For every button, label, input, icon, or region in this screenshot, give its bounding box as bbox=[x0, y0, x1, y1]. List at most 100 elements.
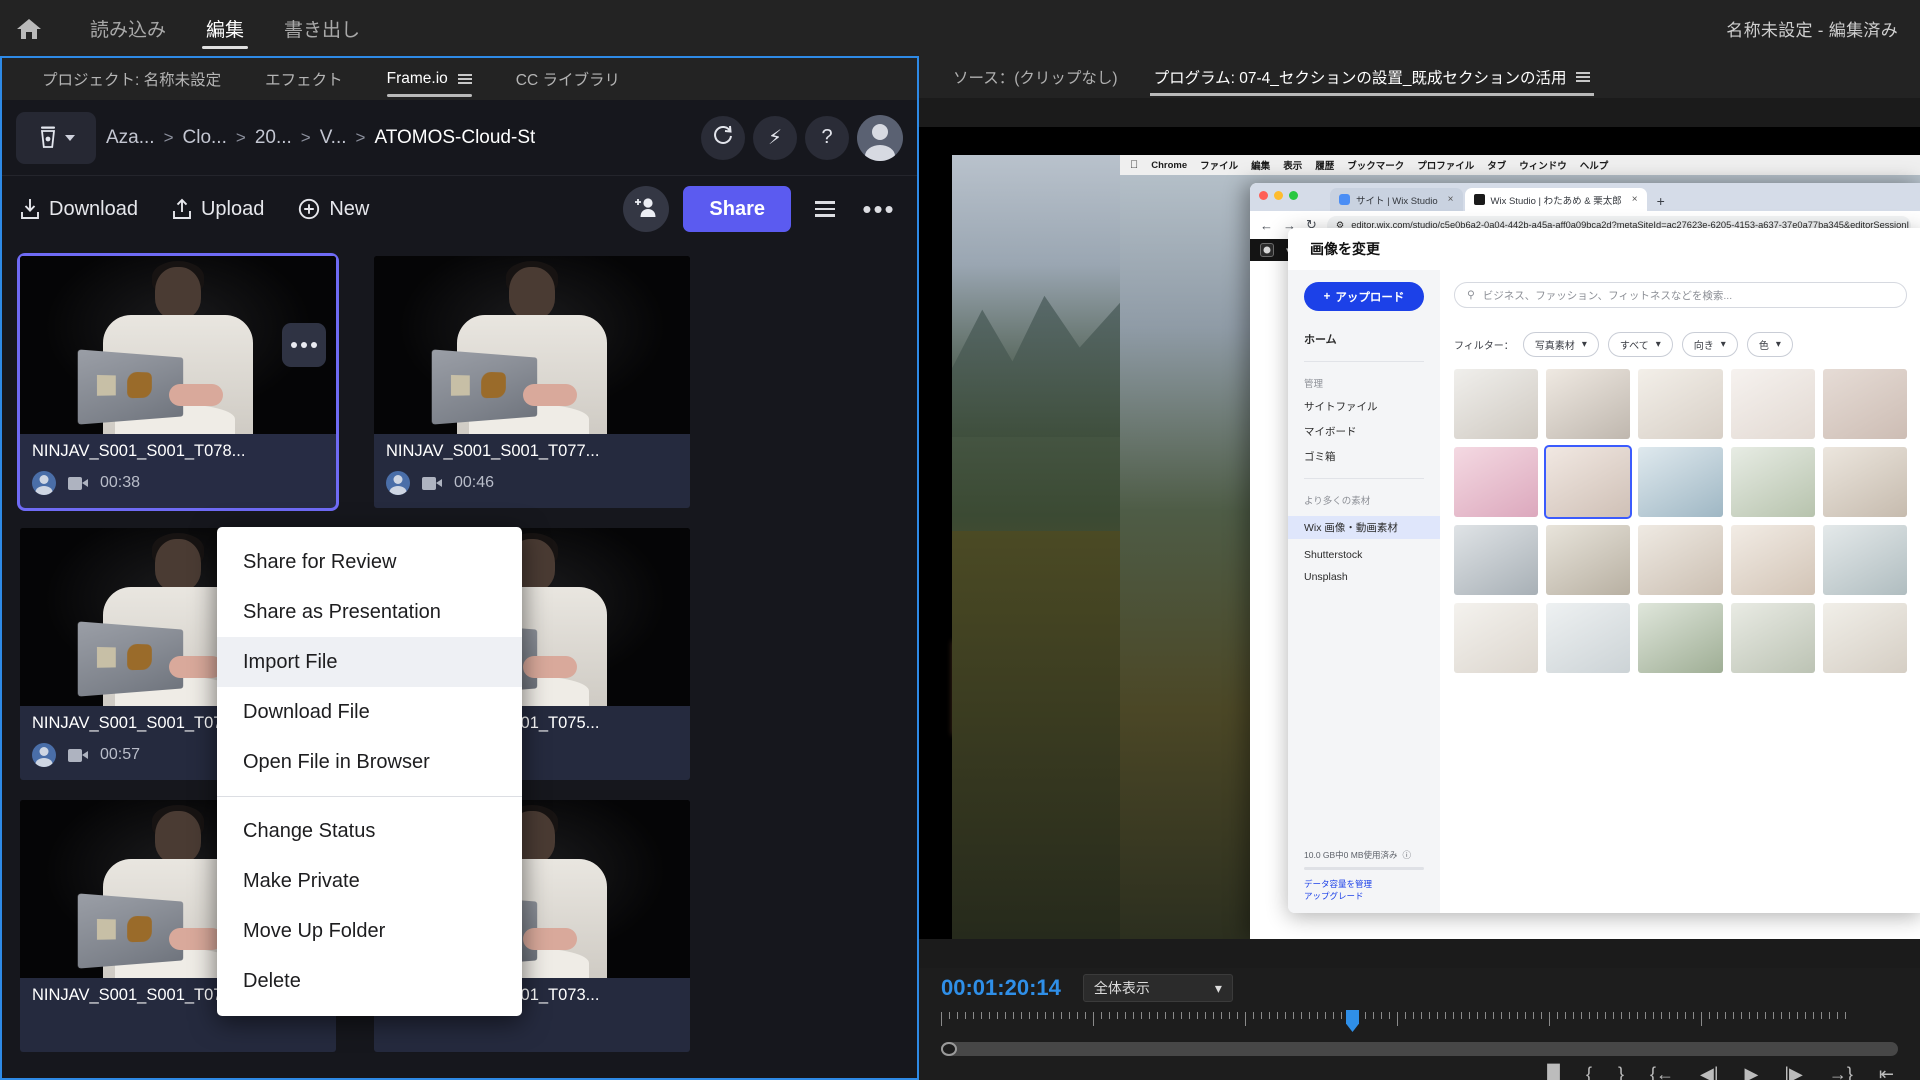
media-thumbnail[interactable] bbox=[1822, 525, 1907, 595]
menu-item-open-file-in-browser[interactable]: Open File in Browser bbox=[217, 737, 522, 787]
tab-frameio[interactable]: Frame.io bbox=[365, 58, 494, 100]
export-frame-icon[interactable]: █ bbox=[1547, 1064, 1560, 1080]
window-traffic-lights[interactable] bbox=[1259, 191, 1298, 200]
sidebar-item-wix-media[interactable]: Wix 画像・動画素材 bbox=[1288, 516, 1440, 539]
sidebar-item-my-board[interactable]: マイボード bbox=[1304, 424, 1424, 439]
sidebar-item-trash[interactable]: ゴミ箱 bbox=[1304, 449, 1424, 464]
go-to-out-icon[interactable]: →} bbox=[1829, 1064, 1853, 1080]
tab-source[interactable]: ソース：(クリップなし) bbox=[935, 56, 1136, 98]
help-button[interactable]: ? bbox=[805, 115, 849, 160]
media-thumbnail[interactable] bbox=[1730, 525, 1815, 595]
share-button[interactable]: Share bbox=[683, 186, 791, 232]
breadcrumb-item-4[interactable]: ATOMOS-Cloud-St bbox=[374, 127, 535, 149]
upgrade-link[interactable]: アップグレード bbox=[1304, 890, 1424, 903]
insert-icon[interactable]: ⇤ bbox=[1879, 1064, 1894, 1080]
info-icon[interactable]: ⓘ bbox=[1403, 849, 1412, 861]
browser-tab[interactable]: Wix Studio | わたあめ & 栗太郎 × bbox=[1464, 188, 1647, 211]
media-thumbnail[interactable] bbox=[1546, 525, 1631, 595]
tab-import[interactable]: 読み込み bbox=[86, 0, 170, 56]
menu-item-import-file[interactable]: Import File bbox=[217, 637, 522, 687]
download-button[interactable]: Download bbox=[20, 198, 138, 221]
asset-card[interactable]: NINJAV_S001_S001_T077... 00:46 bbox=[374, 256, 690, 508]
breadcrumb-item-3[interactable]: V... bbox=[320, 127, 347, 149]
step-back-icon[interactable]: ◀| bbox=[1700, 1064, 1719, 1080]
media-thumbnail[interactable] bbox=[1454, 525, 1539, 595]
tab-edit[interactable]: 編集 bbox=[202, 0, 249, 56]
mark-out-icon[interactable]: } bbox=[1618, 1064, 1624, 1080]
refresh-button[interactable] bbox=[701, 115, 745, 160]
media-thumbnail[interactable] bbox=[1730, 447, 1815, 517]
sidebar-item-site-files[interactable]: サイトファイル bbox=[1304, 399, 1424, 414]
media-thumbnail[interactable] bbox=[1638, 447, 1723, 517]
scrollbar-left-handle[interactable] bbox=[941, 1042, 957, 1056]
asset-thumbnail[interactable] bbox=[20, 256, 336, 434]
new-button[interactable]: New bbox=[298, 198, 369, 221]
media-thumbnail-selected[interactable] bbox=[1544, 445, 1633, 519]
breadcrumb-item-0[interactable]: Aza... bbox=[106, 127, 155, 149]
list-view-button[interactable] bbox=[805, 189, 845, 229]
browser-tab[interactable]: サイト | Wix Studio × bbox=[1330, 188, 1463, 211]
close-icon[interactable]: × bbox=[1632, 194, 1638, 205]
go-to-in-icon[interactable]: {← bbox=[1650, 1064, 1674, 1080]
menu-item-download-file[interactable]: Download File bbox=[217, 687, 522, 737]
activity-button[interactable]: ⚡ bbox=[753, 115, 797, 160]
time-ruler[interactable] bbox=[941, 1010, 1898, 1038]
tab-cc-libraries[interactable]: CC ライブラリ bbox=[494, 58, 642, 100]
asset-thumbnail[interactable] bbox=[374, 256, 690, 434]
media-thumbnail[interactable] bbox=[1638, 525, 1723, 595]
tab-project[interactable]: プロジェクト: 名称未設定 bbox=[20, 58, 243, 100]
manage-storage-link[interactable]: データ容量を管理 bbox=[1304, 878, 1424, 891]
menu-item-change-status[interactable]: Change Status bbox=[217, 806, 522, 856]
filter-photo-type[interactable]: 写真素材 ▾ bbox=[1522, 332, 1599, 357]
tab-effects[interactable]: エフェクト bbox=[243, 58, 365, 100]
menu-item-share-for-review[interactable]: Share for Review bbox=[217, 537, 522, 587]
media-thumbnail[interactable] bbox=[1454, 447, 1539, 517]
sidebar-item-shutterstock[interactable]: Shutterstock bbox=[1304, 549, 1424, 561]
mark-in-icon[interactable]: { bbox=[1586, 1064, 1592, 1080]
media-thumbnail[interactable] bbox=[1822, 447, 1907, 517]
more-options-button[interactable]: ••• bbox=[859, 189, 899, 229]
asset-card[interactable]: NINJAV_S001_S001_T078... 00:38 bbox=[17, 253, 339, 511]
sidebar-item-unsplash[interactable]: Unsplash bbox=[1304, 571, 1424, 583]
program-monitor-viewer[interactable]:  Chrome ファイル 編集 表示 履歴 ブックマーク プロファイル タブ … bbox=[919, 98, 1920, 968]
media-thumbnail[interactable] bbox=[1454, 603, 1539, 673]
play-icon[interactable]: ▶ bbox=[1745, 1064, 1759, 1080]
breadcrumb-item-1[interactable]: Clo... bbox=[183, 127, 227, 149]
tab-program[interactable]: プログラム: 07-4_セクションの設置_既成セクションの活用 bbox=[1136, 56, 1609, 98]
filter-color[interactable]: 色 ▾ bbox=[1746, 332, 1793, 357]
media-search-input[interactable]: ⚲ ビジネス、ファッション、フィットネスなどを検索... bbox=[1454, 282, 1907, 308]
upload-media-button[interactable]: + アップロード bbox=[1304, 282, 1424, 311]
close-icon[interactable]: × bbox=[1448, 194, 1454, 205]
current-timecode[interactable]: 00:01:20:14 bbox=[941, 975, 1061, 1001]
tab-export[interactable]: 書き出し bbox=[280, 0, 364, 56]
menu-item-move-up-folder[interactable]: Move Up Folder bbox=[217, 906, 522, 956]
home-button[interactable] bbox=[0, 0, 56, 56]
asset-more-button[interactable] bbox=[282, 323, 326, 367]
media-thumbnail[interactable] bbox=[1730, 369, 1815, 439]
filter-all[interactable]: すべて ▾ bbox=[1607, 332, 1673, 357]
breadcrumb-item-2[interactable]: 20... bbox=[255, 127, 292, 149]
zoom-level-select[interactable]: 全体表示 ▾ bbox=[1082, 974, 1233, 1002]
media-thumbnail[interactable] bbox=[1730, 603, 1815, 673]
step-forward-icon[interactable]: |▶ bbox=[1784, 1064, 1803, 1080]
panel-menu-icon[interactable] bbox=[457, 74, 472, 84]
menu-item-make-private[interactable]: Make Private bbox=[217, 856, 522, 906]
media-thumbnail[interactable] bbox=[1822, 603, 1907, 673]
media-thumbnail[interactable] bbox=[1638, 369, 1723, 439]
invite-button[interactable] bbox=[623, 186, 670, 232]
menu-item-share-as-presentation[interactable]: Share as Presentation bbox=[217, 587, 522, 637]
media-thumbnail[interactable] bbox=[1822, 369, 1907, 439]
media-thumbnail[interactable] bbox=[1546, 603, 1631, 673]
avatar[interactable] bbox=[857, 114, 903, 161]
timeline-scrollbar[interactable] bbox=[941, 1042, 1898, 1056]
filter-orientation[interactable]: 向き ▾ bbox=[1681, 332, 1738, 357]
new-tab-button[interactable]: + bbox=[1649, 193, 1673, 211]
project-switcher-button[interactable] bbox=[16, 111, 96, 164]
menu-item-delete[interactable]: Delete bbox=[217, 956, 522, 1006]
program-panel-menu-icon[interactable] bbox=[1576, 72, 1591, 82]
upload-button[interactable]: Upload bbox=[172, 198, 264, 221]
media-thumbnail[interactable] bbox=[1454, 369, 1539, 439]
back-icon[interactable]: ← bbox=[1260, 218, 1273, 233]
media-thumbnail[interactable] bbox=[1546, 369, 1631, 439]
media-thumbnail[interactable] bbox=[1638, 603, 1723, 673]
